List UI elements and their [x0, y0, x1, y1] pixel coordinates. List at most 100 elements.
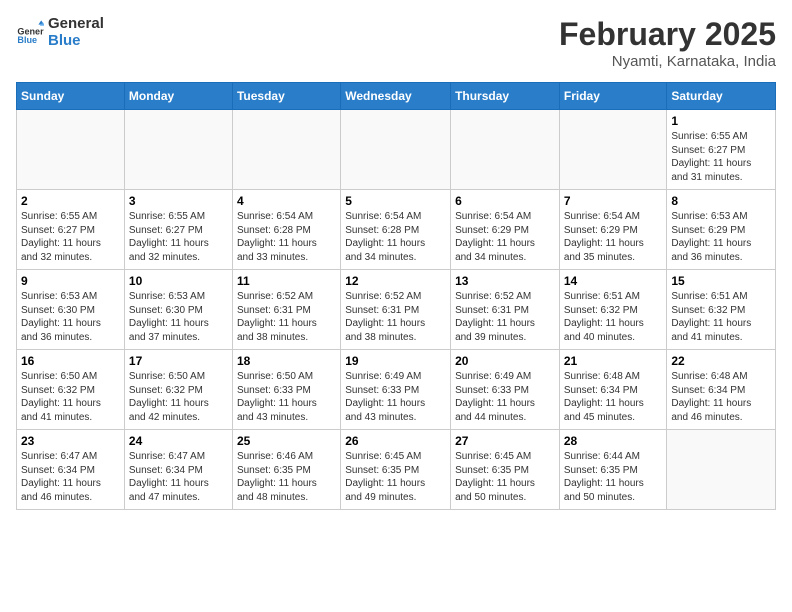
day-cell: 28Sunrise: 6:44 AM Sunset: 6:35 PM Dayli…: [559, 430, 667, 510]
day-number: 28: [564, 434, 663, 448]
day-number: 10: [129, 274, 228, 288]
col-header-saturday: Saturday: [667, 83, 776, 110]
col-header-monday: Monday: [124, 83, 232, 110]
week-row-5: 23 Sunrise: 6:47 AM Sunset: 6:34 PM Dayli…: [17, 430, 776, 510]
day-info: Sunrise: 6:49 AM Sunset: 6:33 PM Dayligh…: [345, 370, 446, 424]
day-cell: [667, 430, 776, 510]
day-cell: 7 Sunrise: 6:54 AM Sunset: 6:29 PM Daylig…: [559, 190, 667, 270]
day-number: 2: [21, 194, 120, 208]
day-info: Sunrise: 6:55 AM Sunset: 6:27 PM Dayligh…: [21, 210, 120, 264]
day-info: Sunrise: 6:50 AM Sunset: 6:33 PM Dayligh…: [237, 370, 336, 424]
day-cell: 26 Sunrise: 6:45 AM Sunset: 6:35 PM Dayli…: [341, 430, 451, 510]
day-number: 16: [21, 354, 120, 368]
day-cell: 25Sunrise: 6:46 AM Sunset: 6:35 PM Dayli…: [232, 430, 340, 510]
calendar-table: SundayMondayTuesdayWednesdayThursdayFrid…: [16, 82, 776, 510]
logo-general-text: General: [48, 16, 104, 33]
calendar-subtitle: Nyamti, Karnataka, India: [559, 53, 776, 70]
day-cell: 22 Sunrise: 6:48 AM Sunset: 6:34 PM Dayli…: [667, 350, 776, 430]
day-info: Sunrise: 6:50 AM Sunset: 6:32 PM Dayligh…: [21, 370, 120, 424]
logo: General Blue General Blue: [16, 16, 104, 49]
day-info: Sunrise: 6:47 AM Sunset: 6:34 PM Dayligh…: [129, 450, 228, 504]
day-info: Sunrise: 6:52 AM Sunset: 6:31 PM Dayligh…: [455, 290, 555, 344]
day-cell: 15 Sunrise: 6:51 AM Sunset: 6:32 PM Dayli…: [667, 270, 776, 350]
day-number: 4: [237, 194, 336, 208]
day-info: Sunrise: 6:48 AM Sunset: 6:34 PM Dayligh…: [671, 370, 771, 424]
day-number: 21: [564, 354, 663, 368]
logo-blue-text: Blue: [48, 33, 104, 50]
day-cell: 1 Sunrise: 6:55 AM Sunset: 6:27 PM Daylig…: [667, 110, 776, 190]
day-cell: [451, 110, 560, 190]
day-cell: 16 Sunrise: 6:50 AM Sunset: 6:32 PM Dayli…: [17, 350, 125, 430]
day-cell: [232, 110, 340, 190]
col-header-wednesday: Wednesday: [341, 83, 451, 110]
day-cell: 20 Sunrise: 6:49 AM Sunset: 6:33 PM Dayli…: [451, 350, 560, 430]
day-number: 8: [671, 194, 771, 208]
day-number: 26: [345, 434, 446, 448]
day-cell: 3 Sunrise: 6:55 AM Sunset: 6:27 PM Daylig…: [124, 190, 232, 270]
week-row-1: 1 Sunrise: 6:55 AM Sunset: 6:27 PM Daylig…: [17, 110, 776, 190]
day-number: 22: [671, 354, 771, 368]
col-header-tuesday: Tuesday: [232, 83, 340, 110]
day-cell: 4 Sunrise: 6:54 AM Sunset: 6:28 PM Daylig…: [232, 190, 340, 270]
day-cell: 17 Sunrise: 6:50 AM Sunset: 6:32 PM Dayli…: [124, 350, 232, 430]
col-header-sunday: Sunday: [17, 83, 125, 110]
day-number: 14: [564, 274, 663, 288]
svg-text:Blue: Blue: [17, 34, 37, 44]
day-info: Sunrise: 6:54 AM Sunset: 6:28 PM Dayligh…: [237, 210, 336, 264]
week-row-3: 9Sunrise: 6:53 AM Sunset: 6:30 PM Daylig…: [17, 270, 776, 350]
header: General Blue General Blue February 2025 …: [16, 16, 776, 70]
day-number: 6: [455, 194, 555, 208]
day-cell: [559, 110, 667, 190]
day-info: Sunrise: 6:48 AM Sunset: 6:34 PM Dayligh…: [564, 370, 663, 424]
day-info: Sunrise: 6:55 AM Sunset: 6:27 PM Dayligh…: [129, 210, 228, 264]
day-cell: 21 Sunrise: 6:48 AM Sunset: 6:34 PM Dayli…: [559, 350, 667, 430]
calendar-title: February 2025: [559, 16, 776, 53]
day-number: 7: [564, 194, 663, 208]
day-cell: 19 Sunrise: 6:49 AM Sunset: 6:33 PM Dayli…: [341, 350, 451, 430]
col-header-thursday: Thursday: [451, 83, 560, 110]
day-info: Sunrise: 6:49 AM Sunset: 6:33 PM Dayligh…: [455, 370, 555, 424]
day-number: 12: [345, 274, 446, 288]
logo-icon: General Blue: [16, 19, 44, 47]
day-info: Sunrise: 6:51 AM Sunset: 6:32 PM Dayligh…: [671, 290, 771, 344]
day-cell: 12 Sunrise: 6:52 AM Sunset: 6:31 PM Dayli…: [341, 270, 451, 350]
day-cell: [124, 110, 232, 190]
day-number: 17: [129, 354, 228, 368]
day-number: 18: [237, 354, 336, 368]
day-cell: 9Sunrise: 6:53 AM Sunset: 6:30 PM Daylig…: [17, 270, 125, 350]
day-cell: 5Sunrise: 6:54 AM Sunset: 6:28 PM Daylig…: [341, 190, 451, 270]
day-number: 24: [129, 434, 228, 448]
day-info: Sunrise: 6:53 AM Sunset: 6:30 PM Dayligh…: [129, 290, 228, 344]
day-number: 11: [237, 274, 336, 288]
day-number: 3: [129, 194, 228, 208]
day-cell: 23 Sunrise: 6:47 AM Sunset: 6:34 PM Dayli…: [17, 430, 125, 510]
day-info: Sunrise: 6:45 AM Sunset: 6:35 PM Dayligh…: [455, 450, 555, 504]
day-number: 27: [455, 434, 555, 448]
day-number: 1: [671, 114, 771, 128]
day-info: Sunrise: 6:54 AM Sunset: 6:29 PM Dayligh…: [564, 210, 663, 264]
day-cell: 18 Sunrise: 6:50 AM Sunset: 6:33 PM Dayli…: [232, 350, 340, 430]
day-info: Sunrise: 6:52 AM Sunset: 6:31 PM Dayligh…: [345, 290, 446, 344]
day-number: 25: [237, 434, 336, 448]
day-info: Sunrise: 6:53 AM Sunset: 6:29 PM Dayligh…: [671, 210, 771, 264]
day-info: Sunrise: 6:47 AM Sunset: 6:34 PM Dayligh…: [21, 450, 120, 504]
day-cell: 13 Sunrise: 6:52 AM Sunset: 6:31 PM Dayli…: [451, 270, 560, 350]
day-cell: 11 Sunrise: 6:52 AM Sunset: 6:31 PM Dayli…: [232, 270, 340, 350]
day-info: Sunrise: 6:50 AM Sunset: 6:32 PM Dayligh…: [129, 370, 228, 424]
day-cell: 10 Sunrise: 6:53 AM Sunset: 6:30 PM Dayli…: [124, 270, 232, 350]
week-row-4: 16 Sunrise: 6:50 AM Sunset: 6:32 PM Dayli…: [17, 350, 776, 430]
day-number: 20: [455, 354, 555, 368]
day-number: 15: [671, 274, 771, 288]
day-cell: [17, 110, 125, 190]
day-cell: 24 Sunrise: 6:47 AM Sunset: 6:34 PM Dayli…: [124, 430, 232, 510]
day-info: Sunrise: 6:55 AM Sunset: 6:27 PM Dayligh…: [671, 130, 771, 184]
day-number: 19: [345, 354, 446, 368]
day-cell: 27 Sunrise: 6:45 AM Sunset: 6:35 PM Dayli…: [451, 430, 560, 510]
day-info: Sunrise: 6:52 AM Sunset: 6:31 PM Dayligh…: [237, 290, 336, 344]
day-number: 23: [21, 434, 120, 448]
day-number: 13: [455, 274, 555, 288]
logo-text: General Blue: [48, 16, 104, 49]
day-info: Sunrise: 6:53 AM Sunset: 6:30 PM Dayligh…: [21, 290, 120, 344]
day-info: Sunrise: 6:51 AM Sunset: 6:32 PM Dayligh…: [564, 290, 663, 344]
day-info: Sunrise: 6:45 AM Sunset: 6:35 PM Dayligh…: [345, 450, 446, 504]
